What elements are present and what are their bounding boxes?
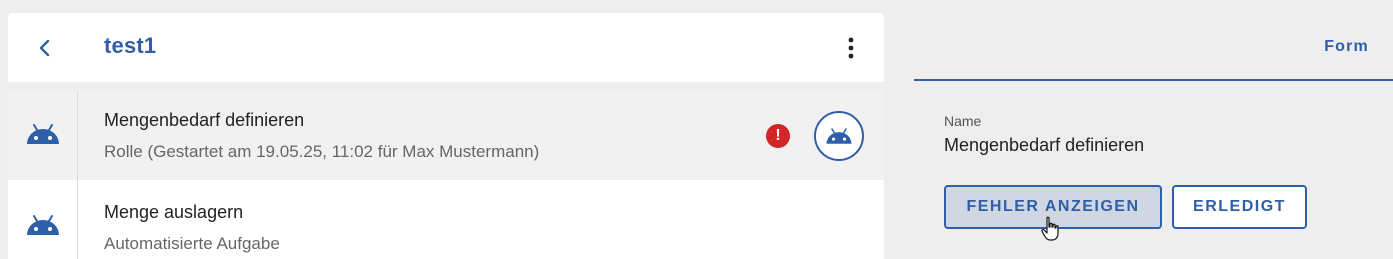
more-vertical-icon xyxy=(848,37,854,59)
hand-cursor-icon xyxy=(1041,216,1059,241)
task-subtitle: Rolle (Gestartet am 19.05.25, 11:02 für … xyxy=(104,142,540,161)
back-button[interactable] xyxy=(32,33,58,63)
task-row-menge-auslagern[interactable]: Menge auslagern Automatisierte Aufgabe xyxy=(8,180,884,259)
more-menu-button[interactable] xyxy=(838,33,864,63)
chevron-left-icon xyxy=(39,39,50,57)
done-button[interactable]: ERLEDIGT xyxy=(1172,185,1307,229)
app-root: test1 Mengenbedarf definieren Rolle (Ges… xyxy=(0,0,1393,259)
detail-panel: Form Name Mengenbedarf definieren FEHLER… xyxy=(914,13,1393,259)
task-type-cell xyxy=(8,180,78,259)
android-icon xyxy=(26,124,59,144)
android-icon xyxy=(826,128,852,144)
bot-action-button[interactable] xyxy=(814,111,864,161)
task-subtitle: Automatisierte Aufgabe xyxy=(104,234,280,253)
tab-underline xyxy=(914,79,1393,81)
error-badge[interactable]: ! xyxy=(766,124,790,148)
panel-header: test1 xyxy=(8,13,884,82)
task-row-mengenbedarf[interactable]: Mengenbedarf definieren Rolle (Gestartet… xyxy=(8,91,884,180)
page-title: test1 xyxy=(104,33,157,58)
name-field-value: Mengenbedarf definieren xyxy=(944,135,1145,155)
tab-form[interactable]: Form xyxy=(1324,38,1369,56)
name-field-label: Name xyxy=(944,113,982,129)
task-title: Mengenbedarf definieren xyxy=(104,110,305,130)
android-icon xyxy=(26,215,59,235)
task-title: Menge auslagern xyxy=(104,202,244,222)
task-type-cell xyxy=(8,91,78,180)
task-list-panel: test1 Mengenbedarf definieren Rolle (Ges… xyxy=(8,13,884,259)
